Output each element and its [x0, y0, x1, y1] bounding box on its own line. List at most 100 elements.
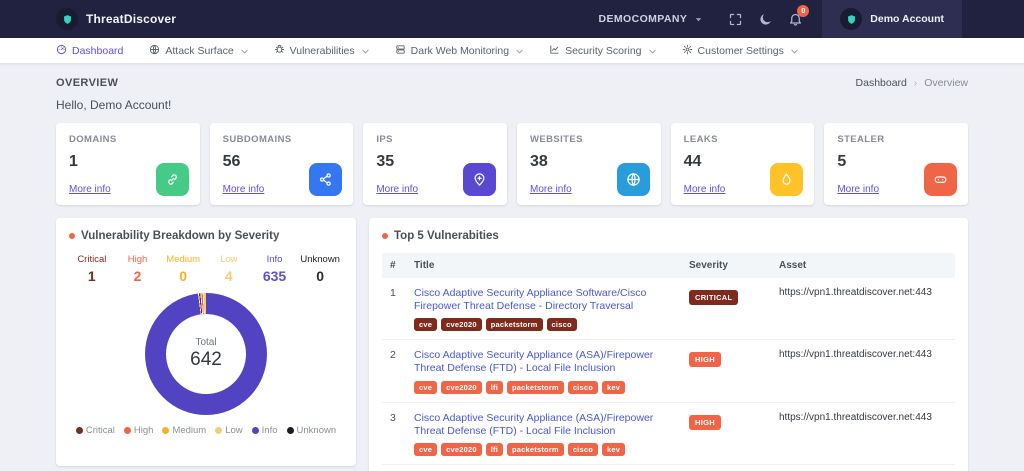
table-row: 4Mismatched SSL CertificatesslLOWonlinet…	[382, 465, 955, 471]
row-title-cell: Cisco Adaptive Security Appliance (ASA)/…	[414, 412, 689, 456]
vulnerability-title-link[interactable]: Cisco Adaptive Security Appliance Softwa…	[414, 287, 679, 313]
legend-item-low[interactable]: Low	[215, 425, 242, 436]
link-icon[interactable]	[156, 163, 189, 196]
nav-item-label: Customer Settings	[698, 45, 784, 57]
gear-icon	[682, 44, 693, 58]
nav-item-label: Vulnerabilities	[290, 45, 355, 57]
row-number: 3	[390, 412, 414, 456]
sitemap-icon[interactable]	[309, 163, 342, 196]
legend-label: Critical	[86, 425, 115, 436]
severity-count-medium: Medium0	[160, 254, 206, 284]
severity-count-high: High 2	[115, 254, 161, 284]
nav-item-dashboard[interactable]: Dashboard	[56, 44, 123, 58]
more-info-link[interactable]: More info	[684, 184, 726, 195]
severity-label: High	[115, 254, 161, 265]
tag-badge: cve	[414, 381, 437, 394]
severity-label: Unknown	[297, 254, 343, 265]
greeting-text: Hello, Demo Account!	[56, 98, 968, 112]
nav-item-attack-surface[interactable]: Attack Surface	[149, 44, 247, 58]
fullscreen-icon	[728, 12, 743, 27]
severity-donut-chart: Total 642	[145, 293, 267, 415]
table-header-row: #TitleSeverityAsset	[382, 253, 955, 278]
main-nav: Dashboard Attack Surface Vulnerabilities Da…	[0, 38, 1024, 63]
moon-icon	[758, 12, 773, 27]
tag-row: cvecve2020lfipacketstormciscokev	[414, 381, 679, 394]
notifications-button[interactable]: 0	[780, 4, 810, 34]
user-menu[interactable]: Demo Account	[822, 0, 962, 38]
caret-down-icon	[693, 14, 704, 25]
legend-item-info[interactable]: Info	[252, 425, 278, 436]
company-name: DEMOCOMPANY	[599, 13, 688, 25]
globe-icon[interactable]	[617, 163, 650, 196]
severity-count-critical: Critical1	[69, 254, 115, 284]
content: OVERVIEW Dashboard › Overview Hello, Dem…	[0, 63, 1024, 471]
severity-count-value: 2	[115, 268, 161, 284]
tag-badge: lfi	[486, 443, 503, 456]
table-header-severity: Severity	[689, 260, 779, 271]
legend-label: Medium	[172, 425, 206, 436]
nav-item-label: Dashboard	[72, 45, 123, 57]
tag-badge: cve	[414, 318, 437, 331]
severity-count-unknown: Unknown0	[297, 254, 343, 284]
legend-dot-icon	[124, 427, 131, 434]
fullscreen-button[interactable]	[720, 4, 750, 34]
stats-row: DOMAINS1More infoSUBDOMAINS56More infoIP…	[56, 123, 968, 205]
tag-badge: cve2020	[441, 318, 482, 331]
brand-name: ThreatDiscover	[86, 12, 176, 26]
vulnerability-title-link[interactable]: Cisco Adaptive Security Appliance (ASA)/…	[414, 412, 679, 438]
dark-mode-button[interactable]	[750, 4, 780, 34]
top5-card-title-text: Top 5 Vulnerabities	[394, 230, 499, 242]
stat-label: STEALER	[837, 134, 955, 145]
stat-label: WEBSITES	[530, 134, 648, 145]
topbar-right: DEMOCOMPANY 0 Demo Account	[599, 0, 1024, 38]
legend-dot-icon	[252, 427, 259, 434]
more-info-link[interactable]: More info	[376, 184, 418, 195]
more-info-link[interactable]: More info	[530, 184, 572, 195]
nav-item-customer-settings[interactable]: Customer Settings	[682, 44, 798, 58]
stat-card-domains: DOMAINS1More info	[56, 123, 200, 205]
app-root: ThreatDiscover DEMOCOMPANY 0 Demo Accoun…	[0, 0, 1024, 471]
nav-item-security-scoring[interactable]: Security Scoring	[549, 44, 655, 58]
legend-item-unknown[interactable]: Unknown	[287, 425, 337, 436]
legend-item-high[interactable]: High	[124, 425, 154, 436]
row-title-cell: Cisco Adaptive Security Appliance (ASA)/…	[414, 349, 689, 393]
severity-count-value: 0	[160, 268, 206, 284]
tag-badge: cve2020	[441, 381, 482, 394]
legend-dot-icon	[76, 427, 83, 434]
table-row: 1Cisco Adaptive Security Appliance Softw…	[382, 278, 955, 340]
tag-badge: kev	[602, 381, 625, 394]
breadcrumb-dashboard[interactable]: Dashboard	[856, 77, 907, 89]
brand[interactable]: ThreatDiscover	[56, 8, 176, 30]
vulnerability-title-link[interactable]: Cisco Adaptive Security Appliance (ASA)/…	[414, 349, 679, 375]
nav-item-label: Attack Surface	[165, 45, 233, 57]
more-info-link[interactable]: More info	[69, 184, 111, 195]
nav-item-label: Dark Web Monitoring	[411, 45, 509, 57]
droplet-icon[interactable]	[770, 163, 803, 196]
severity-badge: HIGH	[689, 415, 721, 430]
legend-item-critical[interactable]: Critical	[76, 425, 115, 436]
table-body: 1Cisco Adaptive Security Appliance Softw…	[382, 278, 955, 471]
nav-item-dark-web-monitoring[interactable]: Dark Web Monitoring	[395, 44, 523, 58]
severity-count-value: 4	[206, 268, 252, 284]
more-info-link[interactable]: More info	[223, 184, 265, 195]
stat-card-stealer: STEALER5More info	[824, 123, 968, 205]
page-title: OVERVIEW	[56, 77, 118, 89]
severity-label: Info	[252, 254, 298, 265]
company-selector[interactable]: DEMOCOMPANY	[599, 13, 705, 25]
severity-card-title: Vulnerability Breakdown by Severity	[69, 230, 343, 242]
map-pin-icon[interactable]	[463, 163, 496, 196]
table-row: 2Cisco Adaptive Security Appliance (ASA)…	[382, 340, 955, 402]
severity-label: Low	[206, 254, 252, 265]
mask-icon[interactable]	[924, 163, 957, 196]
legend-item-medium[interactable]: Medium	[162, 425, 206, 436]
stat-card-websites: WEBSITES38More info	[517, 123, 661, 205]
table-row: 3Cisco Adaptive Security Appliance (ASA)…	[382, 403, 955, 465]
top5-vulnerabilities-card: Top 5 Vulnerabities #TitleSeverityAsset …	[369, 218, 968, 471]
stat-label: DOMAINS	[69, 134, 187, 145]
nav-item-vulnerabilities[interactable]: Vulnerabilities	[274, 44, 369, 58]
more-info-link[interactable]: More info	[837, 184, 879, 195]
table-header-asset: Asset	[779, 260, 947, 271]
chevron-down-icon	[789, 46, 798, 55]
severity-counts-row: Critical1High2Medium0Low4Info635Unknown0	[69, 254, 343, 284]
asset-cell: https://vpn1.threatdiscover.net:443	[779, 287, 947, 331]
